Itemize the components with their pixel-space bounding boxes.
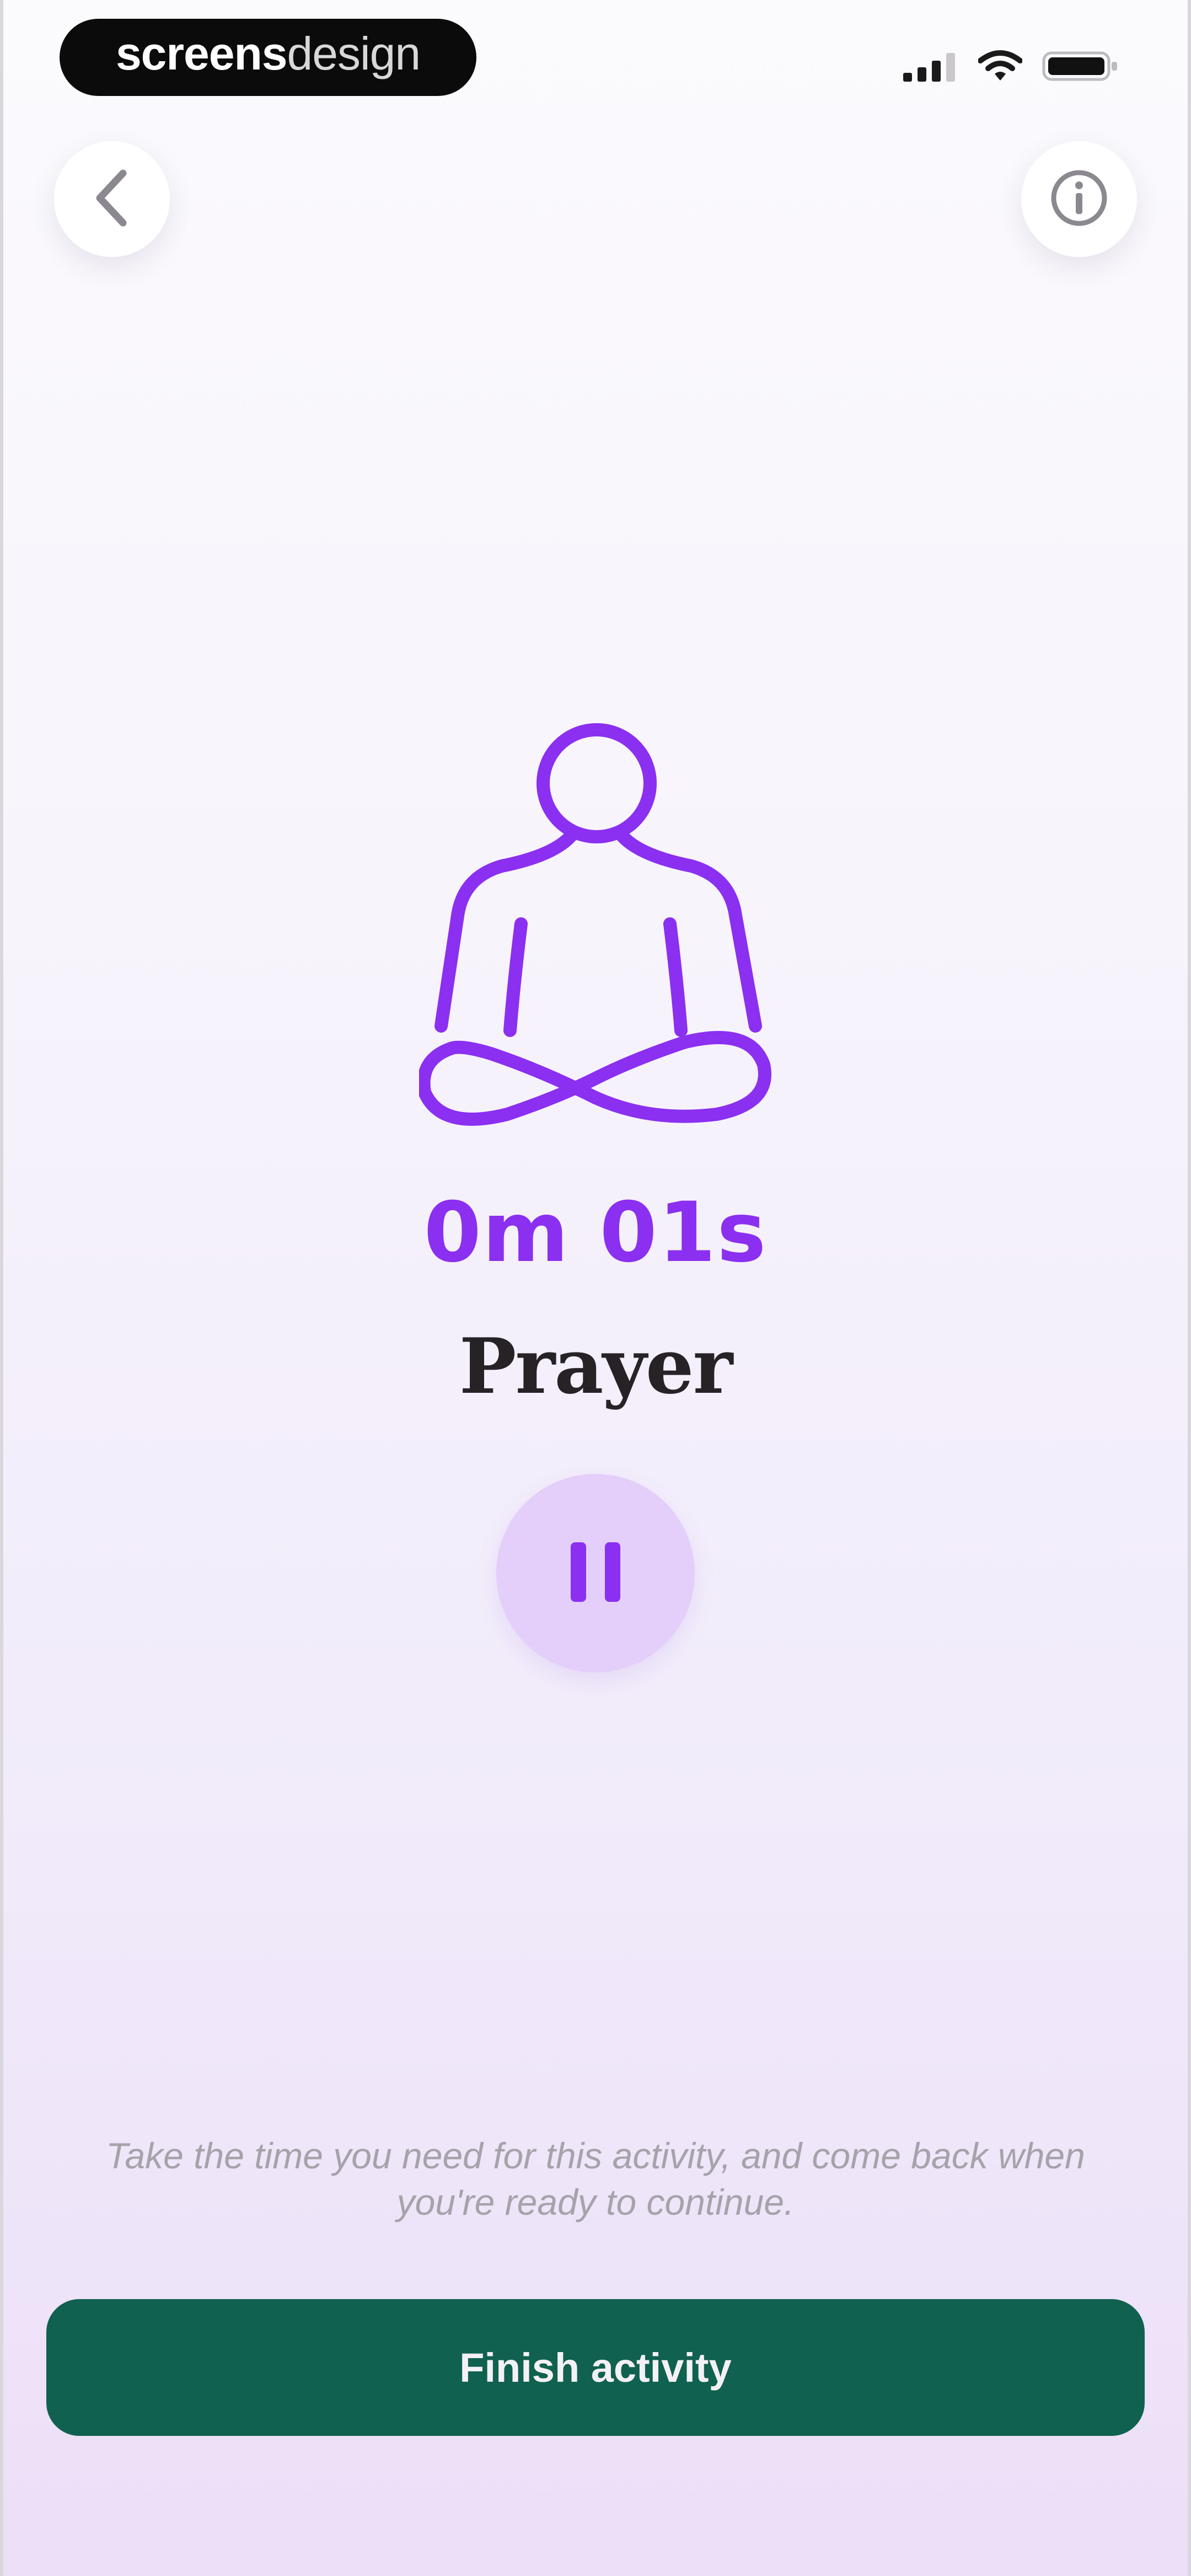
finish-activity-label: Finish activity xyxy=(459,2344,732,2391)
pause-icon xyxy=(565,1539,626,1608)
signal-icon xyxy=(903,51,958,84)
status-icons xyxy=(903,50,1119,85)
meditation-icon xyxy=(417,717,772,1147)
brand-name-bold: screens xyxy=(115,28,288,79)
info-button[interactable] xyxy=(1021,141,1137,257)
activity-hint: Take the time you need for this activity… xyxy=(106,2135,1085,2222)
info-icon xyxy=(1049,168,1109,231)
activity-timer: 0m 01s xyxy=(423,1185,768,1281)
chevron-left-icon xyxy=(90,168,134,231)
pause-button[interactable] xyxy=(496,1474,695,1672)
activity-title: Prayer xyxy=(459,1321,733,1411)
battery-icon xyxy=(1042,50,1119,85)
wifi-icon xyxy=(978,50,1023,85)
brand-name-light: design xyxy=(287,28,421,79)
brand-badge: screensdesign xyxy=(60,19,476,96)
finish-activity-button[interactable]: Finish activity xyxy=(46,2299,1145,2436)
back-button[interactable] xyxy=(54,141,170,257)
